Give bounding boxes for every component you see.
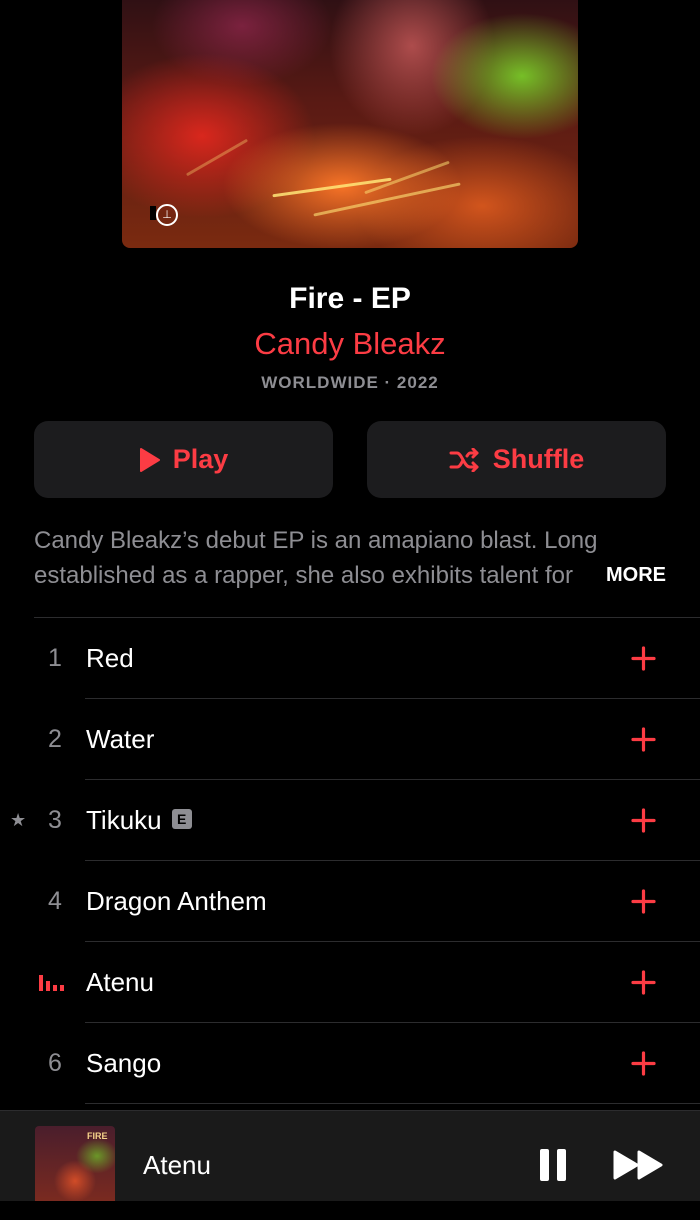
album-title: Fire - EP xyxy=(289,282,411,315)
plus-icon[interactable] xyxy=(631,808,656,833)
plus-icon[interactable] xyxy=(631,727,656,752)
album-artist-link[interactable]: Candy Bleakz xyxy=(0,326,700,362)
play-button[interactable]: Play xyxy=(34,421,333,498)
description-line: established as a rapper, she also exhibi… xyxy=(34,562,573,589)
track-number: 3 xyxy=(48,806,62,834)
pause-icon[interactable] xyxy=(538,1148,568,1182)
play-label: Play xyxy=(172,444,229,474)
track-title: Water xyxy=(86,724,155,754)
more-button[interactable]: MORE xyxy=(576,558,666,593)
star-icon: ★ xyxy=(10,810,27,830)
shuffle-button[interactable]: Shuffle xyxy=(367,421,666,498)
mini-player[interactable]: FIRE xyxy=(0,1110,700,1201)
track-title: Red xyxy=(86,643,134,673)
track-row[interactable]: 2 Water xyxy=(0,699,700,780)
track-row[interactable]: ★ 3 Tikuku E xyxy=(0,780,700,861)
plus-icon[interactable] xyxy=(631,646,656,671)
now-playing-artwork: FIRE xyxy=(35,1126,115,1201)
track-title: Atenu xyxy=(86,967,154,997)
track-row-now-playing[interactable]: Atenu xyxy=(0,942,700,1023)
play-icon xyxy=(139,447,161,472)
label-logo-icon: ⊥ xyxy=(156,204,178,226)
track-number: 4 xyxy=(48,887,62,915)
shuffle-label: Shuffle xyxy=(492,444,585,474)
track-number: 1 xyxy=(48,644,62,672)
artwork-text: FIRE xyxy=(87,1131,108,1141)
track-number: 2 xyxy=(48,725,62,753)
track-row[interactable]: 6 Sango xyxy=(0,1023,700,1104)
forward-icon[interactable] xyxy=(612,1149,666,1181)
plus-icon[interactable] xyxy=(631,1051,656,1076)
shuffle-icon xyxy=(449,447,481,472)
track-row[interactable]: 4 Dragon Anthem xyxy=(0,861,700,942)
plus-icon[interactable] xyxy=(631,889,656,914)
album-artwork: ⊥ xyxy=(122,0,578,248)
track-title: Tikuku E xyxy=(86,780,192,861)
plus-icon[interactable] xyxy=(631,970,656,995)
description-line: Candy Bleakz’s debut EP is an amapiano b… xyxy=(34,527,598,554)
track-number: 6 xyxy=(48,1049,62,1077)
track-list: 1 Red 2 Water ★ 3 Tikuku E 4 Dragon Anthe… xyxy=(0,618,700,1104)
track-title: Sango xyxy=(86,1048,162,1078)
now-playing-title[interactable]: Atenu xyxy=(143,1110,211,1220)
track-row[interactable]: 1 Red xyxy=(0,618,700,699)
album-meta: WORLDWIDE · 2022 xyxy=(261,373,439,392)
equalizer-icon xyxy=(39,975,69,991)
album-description[interactable]: Candy Bleakz’s debut EP is an amapiano b… xyxy=(34,523,666,593)
explicit-badge: E xyxy=(171,809,192,830)
track-title: Dragon Anthem xyxy=(86,886,267,916)
